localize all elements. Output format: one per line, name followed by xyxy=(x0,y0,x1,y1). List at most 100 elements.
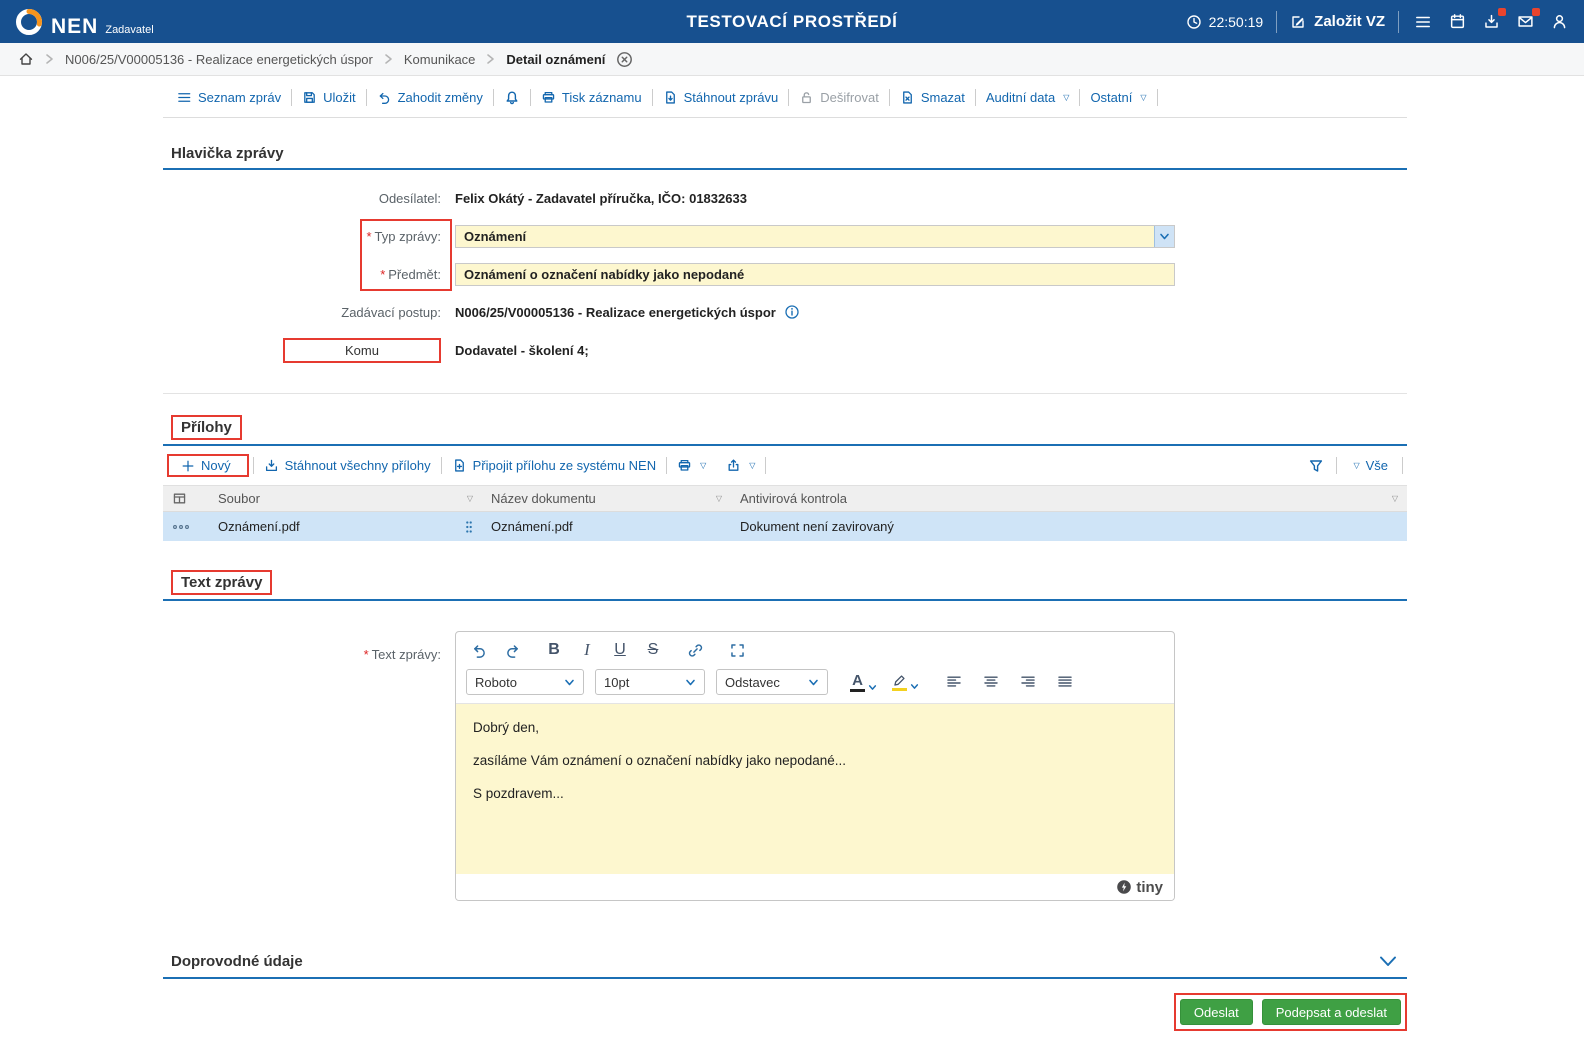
annotation-box-footer-buttons: Odeslat Podepsat a odeslat xyxy=(1173,993,1407,1031)
accompanying-data-section: Doprovodné údaje xyxy=(163,945,1407,979)
drag-handle-icon[interactable] xyxy=(465,520,473,534)
link-icon xyxy=(688,643,702,657)
procedure-label: Zadávací postup: xyxy=(341,304,441,320)
plus-icon xyxy=(182,460,194,471)
export-icon xyxy=(728,459,739,471)
column-header-file[interactable]: Soubor ▽ xyxy=(209,486,482,511)
align-center-button[interactable] xyxy=(978,669,1004,695)
chevron-down-icon xyxy=(809,679,818,685)
footer-actions: Odeslat Podepsat a odeslat xyxy=(163,993,1407,1039)
text-color-button[interactable]: A xyxy=(848,671,879,694)
bold-icon: B xyxy=(548,641,560,658)
bold-button[interactable]: B xyxy=(541,637,567,663)
editor-redo-button[interactable] xyxy=(499,637,525,663)
envelope-icon xyxy=(1518,16,1533,27)
align-left-button[interactable] xyxy=(941,669,967,695)
undo-icon xyxy=(473,644,485,658)
column-header-antivirus[interactable]: Antivirová kontrola ▽ xyxy=(731,486,1407,511)
print-record-button[interactable]: Tisk záznamu xyxy=(531,90,652,105)
divider xyxy=(1336,457,1338,474)
download-all-attachments-button[interactable]: Stáhnout všechny přílohy xyxy=(254,458,441,473)
fullscreen-button[interactable] xyxy=(724,637,750,663)
show-all-filter-button[interactable]: ▽ Vše xyxy=(1347,458,1392,473)
send-button[interactable]: Odeslat xyxy=(1179,999,1253,1025)
cell-document-name[interactable]: Oznámení.pdf xyxy=(482,512,731,541)
message-type-select[interactable]: Oznámení xyxy=(455,224,1175,248)
other-actions-button[interactable]: Ostatní ▽ xyxy=(1080,90,1156,105)
redo-icon xyxy=(506,644,518,658)
table-header-menu-cell[interactable] xyxy=(163,486,209,511)
italic-button[interactable]: I xyxy=(574,637,600,663)
main-menu-button[interactable] xyxy=(1412,11,1434,33)
required-fields-group: * Typ zprávy: Oznámení * Předmět: Oznámení… xyxy=(163,219,1407,291)
export-attachments-button[interactable]: ▽ xyxy=(716,458,765,473)
row-actions-cell[interactable] xyxy=(163,512,209,541)
underline-button[interactable]: U xyxy=(607,637,633,663)
calendar-button[interactable] xyxy=(1447,11,1468,32)
create-vz-button[interactable]: Založit VZ xyxy=(1290,13,1385,30)
chevron-right-icon xyxy=(46,54,53,64)
block-format-select[interactable]: Odstavec xyxy=(716,669,828,695)
highlight-color-button[interactable] xyxy=(890,672,921,693)
notification-badge xyxy=(1532,8,1540,16)
chevron-down-icon[interactable] xyxy=(1377,951,1399,971)
filter-button[interactable] xyxy=(1306,458,1326,474)
audit-data-button[interactable]: Auditní data ▽ xyxy=(976,90,1080,105)
breadcrumb-item-communication[interactable]: Komunikace xyxy=(404,52,476,67)
editor-content[interactable]: Dobrý den, zasíláme Vám oznámení o označ… xyxy=(456,704,1174,874)
chevron-down-icon xyxy=(868,684,877,690)
strikethrough-button[interactable]: S xyxy=(640,637,666,663)
attachments-filter-tools: ▽ Vše xyxy=(1306,457,1403,474)
underline-icon: U xyxy=(614,641,626,658)
subject-input[interactable]: Oznámení o označení nabídky jako nepodan… xyxy=(455,262,1175,286)
attachments-section: Přílohy Nový Stáhnout všechny přílohy Př… xyxy=(163,412,1407,541)
attachment-row[interactable]: Oznámení.pdf Oznámení.pdf Dokument není … xyxy=(163,512,1407,541)
watchdog-button[interactable] xyxy=(494,90,530,106)
delete-button[interactable]: Smazat xyxy=(890,90,975,105)
messages-button[interactable] xyxy=(1515,8,1540,32)
recipients-button[interactable]: Komu xyxy=(283,338,441,363)
attach-from-nen-button[interactable]: Připojit přílohu ze systému NEN xyxy=(442,458,667,473)
editor-toolbar-top: B I U S xyxy=(456,632,1174,667)
insert-link-button[interactable] xyxy=(682,637,708,663)
chevron-right-icon xyxy=(385,54,392,64)
recipients-value: Dodavatel - školení 4; xyxy=(455,343,589,358)
subject-label: * Předmět: xyxy=(380,266,441,282)
tinymce-brand[interactable]: tiny xyxy=(1116,879,1163,896)
home-button[interactable] xyxy=(18,51,34,67)
discard-changes-button[interactable]: Zahodit změny xyxy=(367,90,493,105)
font-size-select[interactable]: 10pt xyxy=(595,669,705,695)
align-right-button[interactable] xyxy=(1015,669,1041,695)
downloads-button[interactable] xyxy=(1481,8,1506,32)
chevron-right-icon xyxy=(487,54,495,64)
attachments-table-header: Soubor ▽ Název dokumentu ▽ Antivirová ko… xyxy=(163,485,1407,512)
column-filter-icon[interactable]: ▽ xyxy=(716,494,722,503)
save-button[interactable]: Uložit xyxy=(292,90,366,105)
column-header-document-name[interactable]: Název dokumentu ▽ xyxy=(482,486,731,511)
column-filter-icon[interactable]: ▽ xyxy=(1392,494,1398,503)
accompanying-data-header[interactable]: Doprovodné údaje xyxy=(163,945,1407,979)
nen-logo[interactable]: NEN Zadavatel xyxy=(14,7,154,37)
divider xyxy=(1156,89,1158,106)
attachments-toolbar: Nový Stáhnout všechny přílohy Připojit p… xyxy=(163,446,1407,485)
required-marker: * xyxy=(366,228,372,244)
close-tab-button[interactable] xyxy=(616,51,633,68)
message-list-button[interactable]: Seznam zpráv xyxy=(167,90,291,105)
editor-undo-button[interactable] xyxy=(466,637,492,663)
create-vz-label: Založit VZ xyxy=(1314,13,1385,30)
font-family-select[interactable]: Roboto xyxy=(466,669,584,695)
sign-and-send-button[interactable]: Podepsat a odeslat xyxy=(1261,999,1401,1025)
align-justify-button[interactable] xyxy=(1052,669,1078,695)
user-profile-button[interactable] xyxy=(1549,11,1570,32)
download-message-button[interactable]: Stáhnout zprávu xyxy=(653,90,789,105)
align-justify-icon xyxy=(1058,676,1072,687)
section-header: Přílohy xyxy=(163,412,1407,446)
select-dropdown-box[interactable] xyxy=(1154,225,1174,247)
breadcrumb-item-procedure[interactable]: N006/25/V00005136 - Realizace energetick… xyxy=(65,52,373,67)
column-filter-icon[interactable]: ▽ xyxy=(467,494,473,503)
new-attachment-button[interactable]: Nový xyxy=(171,458,241,473)
section-title: Přílohy xyxy=(181,419,232,436)
print-attachments-button[interactable]: ▽ xyxy=(667,458,716,473)
cell-file[interactable]: Oznámení.pdf xyxy=(209,512,482,541)
info-icon[interactable] xyxy=(784,304,800,320)
